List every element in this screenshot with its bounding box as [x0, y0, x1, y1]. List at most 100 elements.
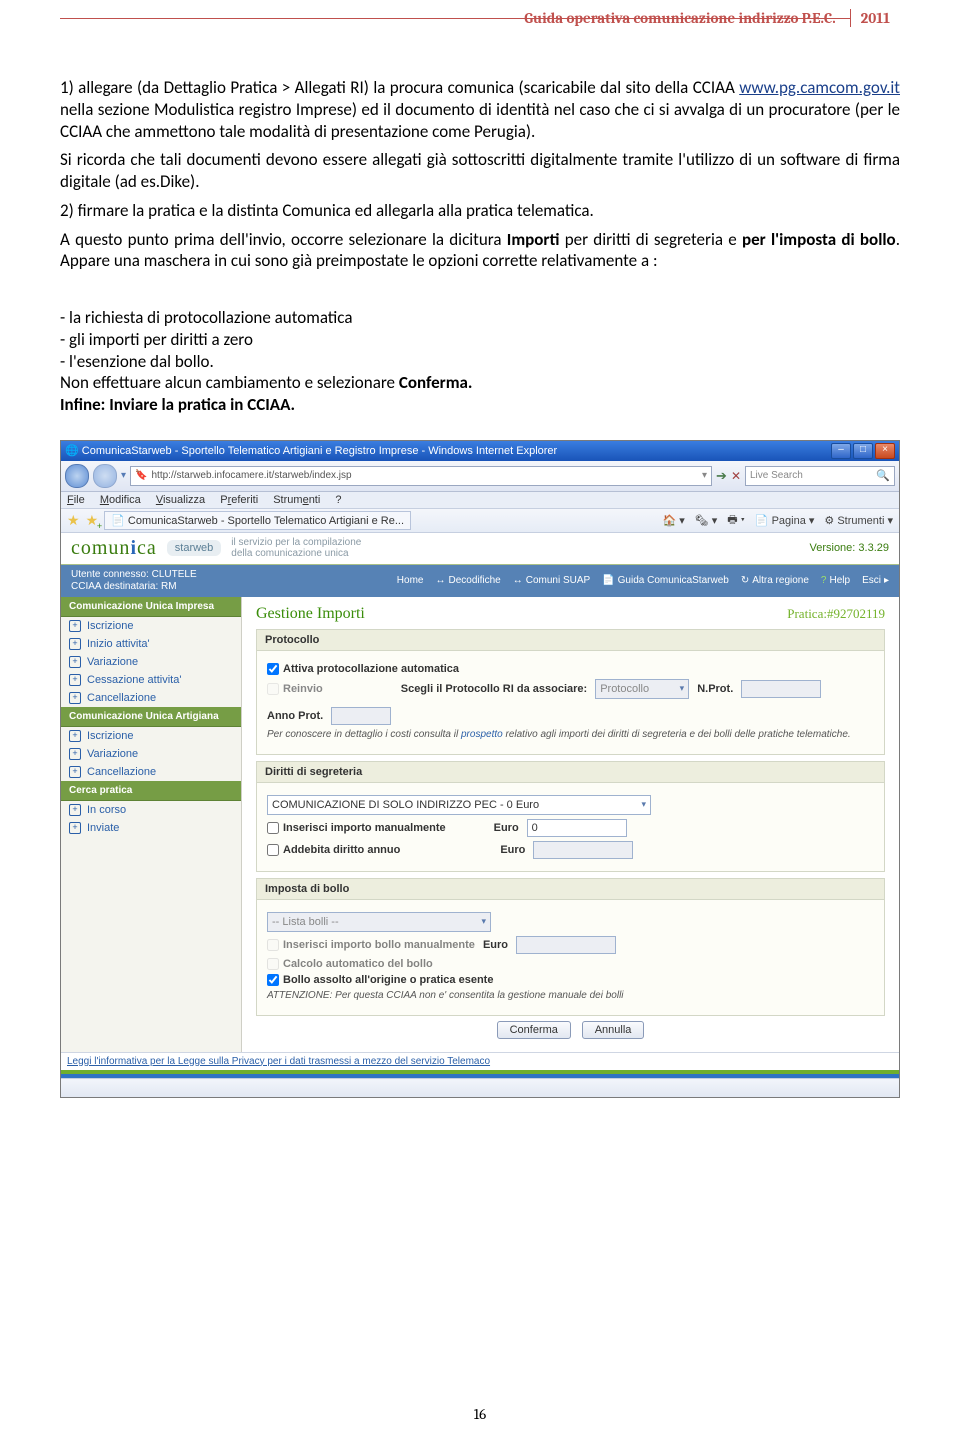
- starweb-pill: starweb: [167, 540, 222, 556]
- plus-icon: +: [69, 692, 81, 704]
- list-item-3: - l'esenzione dal bollo.: [60, 351, 900, 373]
- section-bollo: Imposta di bollo -- Lista bolli -- Inser…: [256, 878, 885, 1016]
- sidebar-item-cessazione[interactable]: +Cessazione attivita': [61, 671, 241, 689]
- sidebar-item-cancellazione[interactable]: +Cancellazione: [61, 689, 241, 707]
- ie-window: 🌐 ComunicaStarweb - Sportello Telematico…: [60, 440, 900, 1098]
- sidebar-item-variazione[interactable]: +Variazione: [61, 653, 241, 671]
- ie-nav-row: ▾ 🔖 http://starweb.infocamere.it/starweb…: [61, 461, 899, 492]
- dropdown-icon[interactable]: ▾: [702, 470, 707, 481]
- para-4-bold: Importi: [507, 229, 560, 250]
- segreteria-header: Diritti di segreteria: [257, 762, 884, 783]
- checkbox-attiva-protocollazione[interactable]: Attiva protocollazione automatica: [267, 663, 459, 675]
- app-topbar: Utente connesso: CLUTELE CCIAA destinata…: [61, 565, 899, 597]
- minimize-button[interactable]: –: [831, 443, 851, 459]
- app-slogan: il servizio per la compilazione della co…: [231, 537, 361, 559]
- sidebar-item-iscrizione[interactable]: +Iscrizione: [61, 617, 241, 635]
- para-6: Infine: Inviare la pratica in CCIAA.: [60, 394, 295, 415]
- prospetto-link[interactable]: prospetto: [461, 729, 503, 740]
- menu-strumenti[interactable]: Strumenti: [273, 494, 320, 506]
- checkbox-bollo-esente[interactable]: Bollo assolto all'origine o pratica esen…: [267, 974, 493, 986]
- sidebar: Comunicazione Unica Impresa +Iscrizione …: [61, 597, 242, 1052]
- bollo-select[interactable]: -- Lista bolli --: [267, 912, 491, 932]
- conferma-button[interactable]: Conferma: [497, 1021, 571, 1039]
- nav-comuni-suap[interactable]: ↔Comuni SUAP: [513, 575, 590, 586]
- app-body: Comunicazione Unica Impresa +Iscrizione …: [61, 597, 899, 1052]
- bollo-euro-label: Euro: [483, 939, 508, 951]
- search-icon[interactable]: 🔍: [876, 469, 890, 482]
- para-4-b: per diritti di segreteria e: [565, 229, 742, 250]
- main-panel: Gestione Importi Pratica:#92702119 Proto…: [242, 597, 899, 1052]
- nprot-input[interactable]: [741, 680, 821, 698]
- app-header: comunica starweb il servizio per la comp…: [61, 533, 899, 565]
- add-favorite-icon[interactable]: ★+: [86, 512, 99, 529]
- print-icon[interactable]: 🖶 ▾: [727, 511, 745, 530]
- sidebar-item-incorso[interactable]: +In corso: [61, 801, 241, 819]
- menu-file[interactable]: FFileile: [67, 494, 85, 506]
- favorites-icon[interactable]: ★: [67, 512, 80, 529]
- annoprot-input[interactable]: [331, 707, 391, 725]
- app-logo: comunica: [71, 537, 157, 560]
- nav-decodifiche[interactable]: ↔Decodifiche: [435, 575, 500, 586]
- search-box[interactable]: Live Search 🔍: [745, 466, 895, 486]
- maximize-button[interactable]: □: [853, 443, 873, 459]
- nav-home[interactable]: Home: [397, 575, 424, 586]
- checkbox-importo-manuale[interactable]: Inserisci importo manualmente: [267, 822, 446, 834]
- dropdown-icon[interactable]: ▾: [121, 470, 126, 481]
- tools-menu[interactable]: ⚙ Strumenti ▾: [824, 514, 893, 527]
- euro-annuo-input[interactable]: [533, 841, 633, 859]
- forward-button[interactable]: [93, 464, 117, 488]
- nav-esci[interactable]: Esci ▸: [862, 575, 889, 586]
- nav-guida[interactable]: 📄Guida ComunicaStarweb: [602, 575, 729, 586]
- home-icon[interactable]: 🏠 ▾: [662, 514, 684, 527]
- sidebar-item-art-variazione[interactable]: +Variazione: [61, 745, 241, 763]
- user-connected: Utente connesso: CLUTELE: [71, 569, 197, 581]
- stop-icon[interactable]: ✕: [731, 469, 741, 483]
- checkbox-calcolo-automatico[interactable]: Calcolo automatico del bollo: [267, 958, 433, 970]
- sidebar-item-art-cancellazione[interactable]: +Cancellazione: [61, 763, 241, 781]
- segreteria-select[interactable]: COMUNICAZIONE DI SOLO INDIRIZZO PEC - 0 …: [267, 795, 651, 815]
- ie-tab-row: ★ ★+ 📄 ComunicaStarweb - Sportello Telem…: [61, 509, 899, 533]
- scegli-label: Scegli il Protocollo RI da associare:: [401, 683, 587, 695]
- search-placeholder: Live Search: [750, 470, 803, 481]
- list-item-2: - gli importi per diritti a zero: [60, 329, 900, 351]
- section-segreteria: Diritti di segreteria COMUNICAZIONE DI S…: [256, 761, 885, 872]
- bollo-euro-input[interactable]: [516, 936, 616, 954]
- para-4-bold2: per l'imposta di bollo: [742, 229, 896, 250]
- header-year: 2011: [850, 9, 900, 27]
- page-menu[interactable]: 📄 Pagina ▾: [755, 514, 815, 527]
- para-1-a: 1) allegare (da Dettaglio Pratica > Alle…: [60, 77, 739, 98]
- sidebar-item-inizio[interactable]: +Inizio attivita': [61, 635, 241, 653]
- main-title: Gestione Importi: [256, 605, 365, 623]
- checkbox-bollo-manuale[interactable]: Inserisci importo bollo manualmente: [267, 939, 475, 951]
- checkbox-diritto-annuo[interactable]: Addebita diritto annuo: [267, 844, 400, 856]
- protocollo-select[interactable]: Protocollo: [595, 679, 689, 699]
- menu-visualizza[interactable]: Visualizza: [156, 494, 205, 506]
- sidebar-hdr-artigiana: Comunicazione Unica Artigiana: [61, 707, 241, 727]
- privacy-link[interactable]: Leggi l'informativa per la Legge sulla P…: [61, 1052, 899, 1070]
- sidebar-item-art-iscrizione[interactable]: +Iscrizione: [61, 727, 241, 745]
- checkbox-reinvio[interactable]: Reinvio: [267, 683, 323, 695]
- euro-label: Euro: [494, 822, 519, 834]
- tab-title: ComunicaStarweb - Sportello Telematico A…: [128, 515, 404, 527]
- menu-help[interactable]: ?: [335, 494, 341, 506]
- header-title: Guida operativa comunicazione indirizzo …: [524, 9, 843, 27]
- browser-tab[interactable]: 📄 ComunicaStarweb - Sportello Telematico…: [104, 511, 411, 530]
- protocollo-note: Per conoscere in dettaglio i costi consu…: [267, 729, 874, 740]
- menu-preferiti[interactable]: Preferiti: [220, 494, 258, 506]
- cciaa-dest: CCIAA destinataria: RM: [71, 581, 197, 593]
- nav-help[interactable]: ?Help: [821, 575, 850, 586]
- para-2: Si ricorda che tali documenti devono ess…: [60, 149, 900, 193]
- annulla-button[interactable]: Annulla: [582, 1021, 645, 1039]
- euro-input[interactable]: [527, 819, 627, 837]
- para-3: 2) firmare la pratica e la distinta Comu…: [60, 200, 900, 222]
- camcom-link[interactable]: www.pg.camcom.gov.it: [739, 77, 900, 98]
- feeds-icon[interactable]: 🗞 ▾: [695, 514, 718, 527]
- back-button[interactable]: [65, 464, 89, 488]
- sidebar-item-inviate[interactable]: +Inviate: [61, 819, 241, 837]
- nav-altra-regione[interactable]: ↻Altra regione: [741, 575, 809, 586]
- menu-modifica[interactable]: Modifica: [100, 494, 141, 506]
- address-bar[interactable]: 🔖 http://starweb.infocamere.it/starweb/i…: [130, 466, 712, 486]
- close-button[interactable]: ×: [875, 443, 895, 459]
- go-icon[interactable]: ➔: [716, 468, 727, 484]
- bollo-warning: ATTENZIONE: Per questa CCIAA non e' cons…: [267, 990, 874, 1001]
